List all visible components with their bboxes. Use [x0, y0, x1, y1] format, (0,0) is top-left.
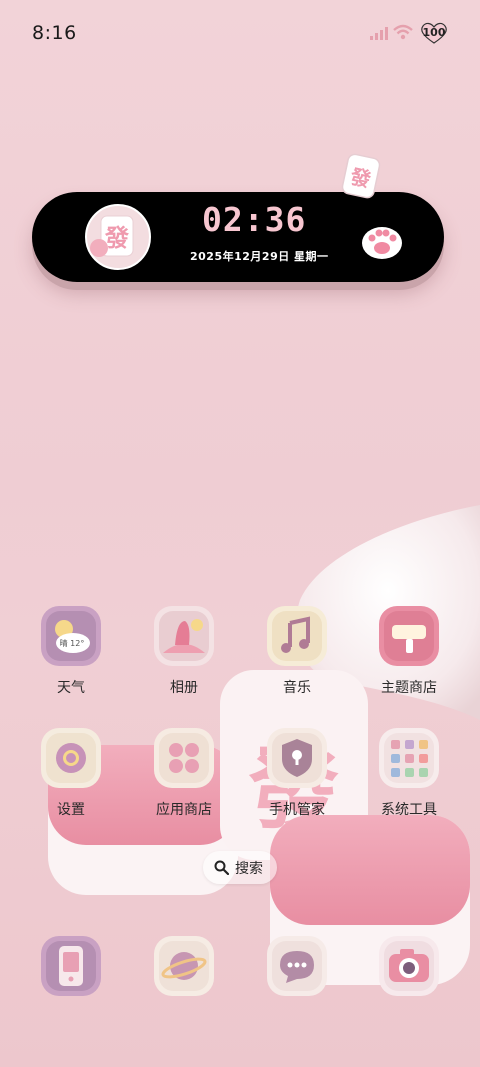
settings-icon: [41, 728, 101, 788]
dock-camera[interactable]: [364, 935, 454, 997]
mahjong-tile-icon: 發: [85, 204, 151, 270]
gallery-icon: [154, 606, 214, 666]
app-store-icon: [154, 728, 214, 788]
wifi-icon: [393, 24, 413, 40]
wallpaper-art: 發: [48, 505, 480, 985]
search-label: 搜索: [235, 861, 263, 877]
app-label: 应用商店: [156, 802, 212, 818]
browser-icon: [154, 936, 214, 996]
app-app-store[interactable]: 应用商店: [139, 727, 229, 819]
phone-manager-icon: [267, 728, 327, 788]
camera-icon: [379, 936, 439, 996]
app-gallery[interactable]: 相册: [139, 605, 229, 697]
music-icon: [267, 606, 327, 666]
dock-browser[interactable]: [139, 935, 229, 997]
app-settings[interactable]: 设置: [26, 727, 116, 819]
signal-icon: [370, 27, 388, 40]
weather-temp: 晴 12°: [60, 638, 85, 648]
app-system-tools[interactable]: 系统工具: [364, 727, 454, 819]
status-bar: 8:16 100: [0, 0, 480, 64]
app-label: 天气: [57, 680, 85, 696]
status-time: 8:16: [32, 22, 77, 44]
dock-messages[interactable]: [252, 935, 342, 997]
battery-level: 100: [422, 26, 446, 39]
app-label: 手机管家: [269, 802, 325, 818]
app-label: 相册: [170, 680, 198, 696]
clock-time: 02:36: [202, 200, 307, 239]
app-label: 设置: [57, 802, 85, 818]
system-tools-icon: [379, 728, 439, 788]
app-music[interactable]: 音乐: [252, 605, 342, 697]
app-label: 系统工具: [381, 802, 437, 818]
mahjong-badge-icon: 發: [341, 153, 381, 199]
search-button[interactable]: 搜索: [203, 851, 277, 884]
app-theme-store[interactable]: 主题商店: [364, 605, 454, 697]
heart-battery-icon: 100: [420, 22, 448, 44]
phone-icon: [41, 936, 101, 996]
theme-store-icon: [379, 606, 439, 666]
weather-icon: 晴 12°: [41, 606, 101, 666]
app-label: 主题商店: [381, 680, 437, 696]
messages-icon: [267, 936, 327, 996]
app-label: 音乐: [283, 680, 311, 696]
app-phone-manager[interactable]: 手机管家: [252, 727, 342, 819]
dock-phone[interactable]: [26, 935, 116, 997]
paw-icon: [362, 227, 402, 259]
app-weather[interactable]: 晴 12° 天气: [26, 605, 116, 697]
search-icon: [214, 860, 229, 875]
clock-date: 2025年12月29日 星期一: [190, 250, 329, 263]
